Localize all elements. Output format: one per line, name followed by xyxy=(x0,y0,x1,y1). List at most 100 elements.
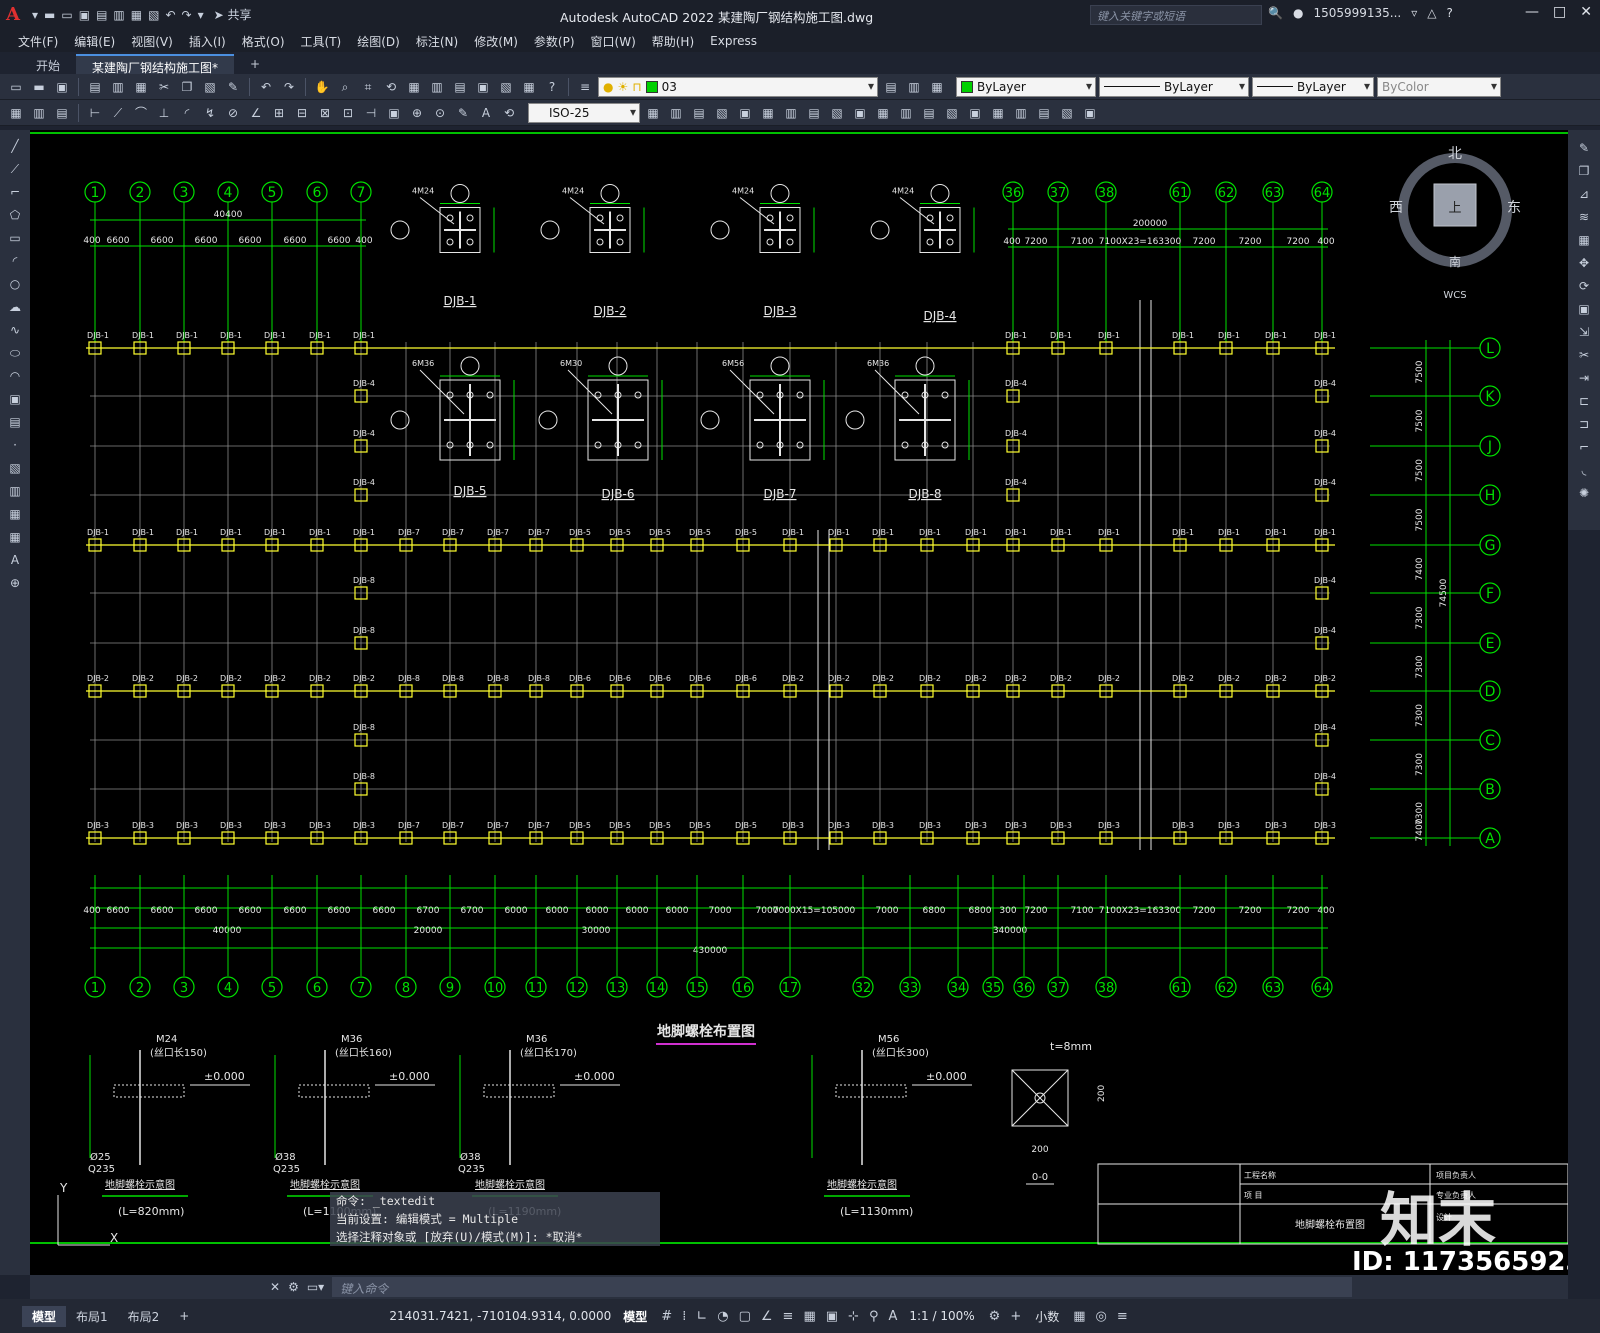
ordinate-dim-icon[interactable]: ⊥ xyxy=(154,103,174,123)
open-web-icon[interactable]: ▥ xyxy=(113,5,124,25)
redo-icon[interactable]: ↷ xyxy=(279,77,299,97)
connect-icon[interactable]: △ xyxy=(1427,6,1436,20)
isolate-icon[interactable]: ◎ xyxy=(1096,1309,1107,1324)
hatch-icon[interactable]: ▧ xyxy=(9,458,20,478)
otrack-icon[interactable]: ∠ xyxy=(761,1309,773,1324)
quick-properties-icon[interactable]: ▦ xyxy=(1073,1309,1085,1324)
command-input[interactable]: 键入命令 xyxy=(332,1277,1353,1297)
rectangle-icon[interactable]: ▭ xyxy=(9,228,20,248)
polar-icon[interactable]: ◔ xyxy=(717,1309,728,1324)
arc-icon[interactable]: ◜ xyxy=(13,251,18,271)
markup-icon[interactable]: ▧ xyxy=(496,77,516,97)
region-icon[interactable]: ▦ xyxy=(9,504,20,524)
menu-item-9[interactable]: 参数(P) xyxy=(532,33,589,50)
modify-icon-12[interactable]: ▤ xyxy=(919,103,939,123)
annotation-monitor-icon[interactable]: + xyxy=(1010,1309,1021,1324)
gradient-icon[interactable]: ▥ xyxy=(9,481,20,501)
table-icon[interactable]: ▦ xyxy=(9,527,20,547)
construction-line-icon[interactable]: ⟋ xyxy=(11,159,19,179)
tab-model[interactable]: 模型 xyxy=(22,1305,67,1327)
annotation-scale-icon[interactable]: A xyxy=(888,1309,897,1324)
customize-chevron-icon[interactable]: ▾ xyxy=(198,5,204,25)
jogged-dim-icon[interactable]: ↯ xyxy=(200,103,220,123)
lineweight-icon[interactable]: ≡ xyxy=(783,1309,794,1324)
sheet-set-icon[interactable]: ▣ xyxy=(473,77,493,97)
make-block-icon[interactable]: ▤ xyxy=(9,412,20,432)
zoom-previous-icon[interactable]: ⟲ xyxy=(381,77,401,97)
trim-icon[interactable]: ✂ xyxy=(1579,345,1589,365)
linetype-dropdown[interactable]: ByLayer xyxy=(1099,76,1249,97)
selection-cycling-icon[interactable]: ▣ xyxy=(826,1309,838,1324)
explode-icon[interactable]: ✺ xyxy=(1579,483,1589,503)
grid-icon[interactable]: # xyxy=(661,1309,672,1324)
menu-item-7[interactable]: 标注(N) xyxy=(414,33,472,50)
tab-start[interactable]: 开始 xyxy=(20,54,76,74)
toolbar-icon-1[interactable]: ▦ xyxy=(6,103,26,123)
recent-commands-icon[interactable]: ▭▾ xyxy=(307,1277,324,1297)
move-icon[interactable]: ✥ xyxy=(1579,253,1589,273)
menu-item-3[interactable]: 插入(I) xyxy=(187,33,240,50)
menu-item-8[interactable]: 修改(M) xyxy=(472,33,532,50)
tab-layout2[interactable]: 布局2 xyxy=(118,1306,170,1327)
stretch-icon[interactable]: ⇲ xyxy=(1579,322,1589,342)
mirror-icon[interactable]: ⊿ xyxy=(1579,184,1589,204)
angular-dim-icon[interactable]: ∠ xyxy=(246,103,266,123)
model-space-button[interactable]: 模型 xyxy=(623,1308,647,1325)
maximize-icon[interactable]: □ xyxy=(1553,4,1566,20)
insert-block-icon[interactable]: ▣ xyxy=(9,389,20,409)
modify-icon-9[interactable]: ▣ xyxy=(850,103,870,123)
share-button[interactable]: ➤ 共享 xyxy=(214,5,252,25)
search-icon[interactable]: 🔍 xyxy=(1268,6,1283,20)
modify-icon-3[interactable]: ▧ xyxy=(712,103,732,123)
quick-dim-icon[interactable]: ⊞ xyxy=(269,103,289,123)
annotation-scale[interactable]: 1:1 / 100% xyxy=(909,1309,974,1323)
menu-item-5[interactable]: 工具(T) xyxy=(299,33,356,50)
undo-icon[interactable]: ↶ xyxy=(256,77,276,97)
user-name[interactable]: 1505999135... xyxy=(1313,6,1401,20)
add-selected-icon[interactable]: ⊕ xyxy=(10,573,20,593)
arc-length-icon[interactable]: ⌒ xyxy=(131,103,151,123)
point-icon[interactable]: · xyxy=(13,435,17,455)
snap-icon[interactable]: ⁞ xyxy=(682,1309,686,1324)
undo-icon[interactable]: ↶ xyxy=(165,5,175,25)
extend-icon[interactable]: ⇥ xyxy=(1579,368,1589,388)
circle-icon[interactable]: ○ xyxy=(10,274,20,294)
menu-item-1[interactable]: 编辑(E) xyxy=(72,33,129,50)
transparency-icon[interactable]: ▦ xyxy=(803,1309,815,1324)
fillet-icon[interactable]: ◟ xyxy=(1582,460,1587,480)
ortho-icon[interactable]: ∟ xyxy=(696,1309,707,1324)
menu-item-4[interactable]: 格式(O) xyxy=(240,33,299,50)
close-command-icon[interactable]: ✕ xyxy=(270,1277,280,1297)
break-dim-icon[interactable]: ⊣ xyxy=(361,103,381,123)
publish-icon[interactable]: ▦ xyxy=(131,77,151,97)
toolbar-icon-3[interactable]: ▤ xyxy=(52,103,72,123)
gizmo-icon[interactable]: ⊹ xyxy=(848,1309,859,1324)
new-file-icon[interactable]: ▬ xyxy=(44,5,55,25)
cart-icon[interactable]: ▿ xyxy=(1411,6,1417,20)
modify-icon-11[interactable]: ▥ xyxy=(896,103,916,123)
modify-icon-10[interactable]: ▦ xyxy=(873,103,893,123)
layer-previous-icon[interactable]: ▥ xyxy=(904,77,924,97)
line-icon[interactable]: ╱ xyxy=(11,136,18,156)
modify-icon-2[interactable]: ▤ xyxy=(689,103,709,123)
customize-status-icon[interactable]: ≡ xyxy=(1117,1309,1128,1324)
chamfer-icon[interactable]: ⌐ xyxy=(1579,437,1589,457)
plot-icon[interactable]: ▧ xyxy=(148,5,159,25)
units-setting[interactable]: 小数 xyxy=(1035,1308,1059,1325)
dim-text-edit-icon[interactable]: A xyxy=(476,103,496,123)
save-as-icon[interactable]: ▤ xyxy=(96,5,107,25)
menu-item-2[interactable]: 视图(V) xyxy=(129,33,187,50)
annotation-visibility-icon[interactable]: ⚲ xyxy=(869,1309,879,1324)
radius-dim-icon[interactable]: ◜ xyxy=(177,103,197,123)
spline-icon[interactable]: ∿ xyxy=(10,320,20,340)
menu-item-0[interactable]: 文件(F) xyxy=(16,33,72,50)
color-dropdown[interactable]: ByLayer xyxy=(956,76,1096,97)
tab-layout1[interactable]: 布局1 xyxy=(66,1306,118,1327)
linear-dim-icon[interactable]: ⊢ xyxy=(85,103,105,123)
plot-icon[interactable]: ▤ xyxy=(85,77,105,97)
modify-icon-4[interactable]: ▣ xyxy=(735,103,755,123)
ellipse-icon[interactable]: ⬭ xyxy=(10,343,20,363)
zoom-window-icon[interactable]: ⌗ xyxy=(358,77,378,97)
pan-icon[interactable]: ✋ xyxy=(312,77,332,97)
join-icon[interactable]: ⊐ xyxy=(1579,414,1589,434)
